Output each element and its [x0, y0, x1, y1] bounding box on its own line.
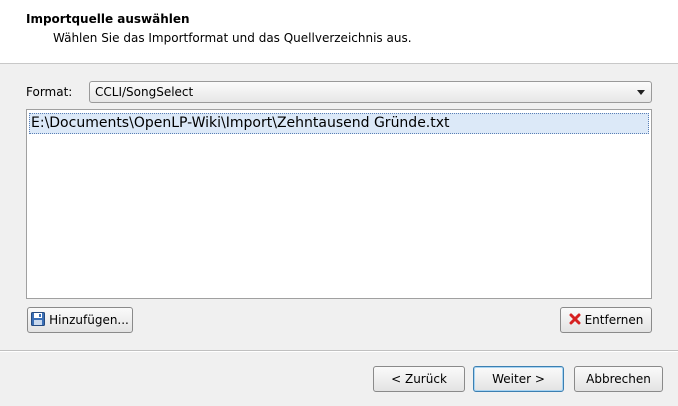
file-list[interactable]: E:\Documents\OpenLP-Wiki\Import\Zehntaus… [26, 109, 652, 299]
wizard-header: Importquelle auswählen Wählen Sie das Im… [0, 0, 678, 64]
page-title: Importquelle auswählen [26, 12, 190, 26]
chevron-down-icon [637, 90, 645, 95]
back-button[interactable]: < Zurück [373, 366, 465, 392]
format-label: Format: [26, 85, 73, 99]
next-button[interactable]: Weiter > [473, 366, 564, 392]
page-subtitle: Wählen Sie das Importformat und das Quel… [53, 31, 412, 45]
add-button[interactable]: Hinzufügen... [27, 307, 133, 333]
cancel-button[interactable]: Abbrechen [574, 366, 663, 392]
list-item[interactable]: E:\Documents\OpenLP-Wiki\Import\Zehntaus… [29, 113, 649, 134]
format-selected-value: CCLI/SongSelect [95, 85, 194, 99]
floppy-disk-icon [31, 311, 46, 329]
remove-button[interactable]: Entfernen [560, 307, 652, 333]
format-select[interactable]: CCLI/SongSelect [89, 81, 652, 103]
remove-button-label: Entfernen [584, 313, 644, 327]
red-x-icon [569, 313, 581, 328]
footer-divider [0, 350, 678, 352]
add-button-label: Hinzufügen... [49, 313, 129, 327]
